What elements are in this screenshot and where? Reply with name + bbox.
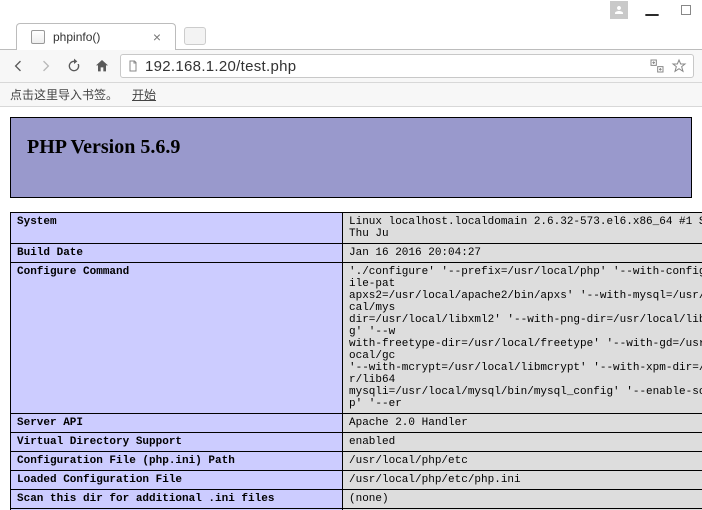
window-minimize-button[interactable] [642, 1, 662, 19]
table-row: Configuration File (php.ini) Path/usr/lo… [11, 452, 702, 471]
table-key: Build Date [11, 244, 343, 263]
browser-tab[interactable]: phpinfo() × [16, 23, 176, 50]
table-row: Scan this dir for additional .ini files(… [11, 490, 702, 509]
home-button[interactable] [92, 56, 112, 76]
table-key: Configuration File (php.ini) Path [11, 452, 343, 471]
user-icon[interactable] [610, 1, 628, 19]
php-version-banner: PHP Version 5.6.9 [10, 117, 692, 198]
table-value: /usr/local/php/etc [343, 452, 702, 471]
table-key: Server API [11, 414, 343, 433]
table-row: Configure Command'./configure' '--prefix… [11, 263, 702, 414]
table-value: './configure' '--prefix=/usr/local/php' … [343, 263, 702, 414]
table-value: /usr/local/php/etc/php.ini [343, 471, 702, 490]
forward-button[interactable] [36, 56, 56, 76]
table-value: enabled [343, 433, 702, 452]
back-button[interactable] [8, 56, 28, 76]
window-maximize-button[interactable] [676, 1, 696, 19]
php-info-table: SystemLinux localhost.localdomain 2.6.32… [10, 212, 702, 510]
table-key: System [11, 213, 343, 244]
bookmarks-bar: 点击这里导入书签。 开始 [0, 83, 702, 107]
table-key: Configure Command [11, 263, 343, 414]
address-text: 192.168.1.20/test.php [145, 58, 296, 75]
translate-icon[interactable] [649, 58, 665, 74]
page-content: PHP Version 5.6.9 SystemLinux localhost.… [0, 107, 702, 510]
tab-favicon [31, 30, 45, 44]
table-row: Virtual Directory Supportenabled [11, 433, 702, 452]
table-row: Server APIApache 2.0 Handler [11, 414, 702, 433]
table-value: Jan 16 2016 20:04:27 [343, 244, 702, 263]
table-key: Loaded Configuration File [11, 471, 343, 490]
table-row: Loaded Configuration File/usr/local/php/… [11, 471, 702, 490]
new-tab-button[interactable] [184, 27, 206, 45]
table-value: Apache 2.0 Handler [343, 414, 702, 433]
tab-title: phpinfo() [53, 30, 100, 44]
table-key: Virtual Directory Support [11, 433, 343, 452]
window-titlebar [0, 0, 702, 20]
address-bar[interactable]: 192.168.1.20/test.php [120, 54, 694, 78]
star-icon[interactable] [671, 58, 687, 74]
bookmarks-start-link[interactable]: 开始 [132, 86, 156, 103]
browser-toolbar: 192.168.1.20/test.php [0, 50, 702, 83]
table-value: Linux localhost.localdomain 2.6.32-573.e… [343, 213, 702, 244]
tab-close-icon[interactable]: × [153, 30, 161, 44]
bookmarks-hint: 点击这里导入书签。 [10, 86, 118, 103]
table-row: SystemLinux localhost.localdomain 2.6.32… [11, 213, 702, 244]
table-row: Build DateJan 16 2016 20:04:27 [11, 244, 702, 263]
table-key: Scan this dir for additional .ini files [11, 490, 343, 509]
reload-button[interactable] [64, 56, 84, 76]
table-value: (none) [343, 490, 702, 509]
page-icon [127, 59, 139, 73]
tab-strip: phpinfo() × [0, 20, 702, 50]
php-version-text: PHP Version 5.6.9 [27, 136, 180, 158]
